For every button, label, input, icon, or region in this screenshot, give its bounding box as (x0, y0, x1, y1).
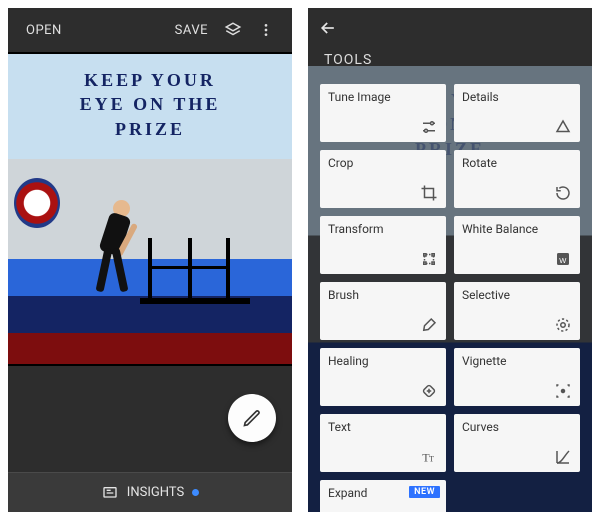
triangle-icon (554, 118, 572, 136)
tool-label: Crop (328, 156, 353, 170)
tool-vignette[interactable]: Vignette (454, 348, 580, 406)
editor-screen: OPEN SAVE KEEP YOUR EYE ON THE PRIZE INS… (8, 8, 292, 512)
tool-label: Healing (328, 354, 369, 368)
sliders-icon (420, 118, 438, 136)
tool-expand[interactable]: Expand NEW (320, 480, 446, 512)
wall-logo (14, 178, 60, 228)
more-icon[interactable] (250, 16, 282, 44)
vignette-icon (554, 382, 572, 400)
tool-selective[interactable]: Selective (454, 282, 580, 340)
layers-icon[interactable] (216, 15, 250, 45)
tool-label: Rotate (462, 156, 497, 170)
svg-text:T: T (429, 455, 434, 464)
tool-text[interactable]: Text TT (320, 414, 446, 472)
selective-icon (554, 316, 572, 334)
tools-top-bar (308, 8, 592, 48)
white-balance-icon: W (554, 250, 572, 268)
tool-curves[interactable]: Curves (454, 414, 580, 472)
tool-brush[interactable]: Brush (320, 282, 446, 340)
crop-icon (420, 184, 438, 202)
back-icon[interactable] (318, 18, 338, 38)
tool-label: Expand (328, 486, 367, 500)
tool-label: Curves (462, 420, 499, 434)
photo-canvas[interactable]: KEEP YOUR EYE ON THE PRIZE (8, 52, 292, 366)
bottom-bar[interactable]: INSIGHTS (8, 472, 292, 512)
open-button[interactable]: OPEN (18, 17, 70, 44)
bandage-icon (420, 382, 438, 400)
tool-label: Tune Image (328, 90, 391, 104)
tool-rotate[interactable]: Rotate (454, 150, 580, 208)
svg-text:W: W (559, 256, 567, 265)
tool-label: Details (462, 90, 499, 104)
text-icon: TT (420, 448, 438, 466)
rotate-icon (554, 184, 572, 202)
tool-transform[interactable]: Transform (320, 216, 446, 274)
tool-grid: Tune Image Details Crop Rotate Transform Whit… (320, 84, 580, 512)
transform-icon (420, 250, 438, 268)
person-figure (94, 200, 134, 296)
top-bar: OPEN SAVE (8, 8, 292, 52)
sled-figure (140, 238, 250, 304)
tool-healing[interactable]: Healing (320, 348, 446, 406)
brush-icon (420, 316, 438, 334)
tools-screen: TOOLS KEEP YOUR EYE ON THE PRIZE Tune Im… (308, 8, 592, 512)
tool-label: Vignette (462, 354, 507, 368)
tool-white-balance[interactable]: White Balance W (454, 216, 580, 274)
tool-label: Transform (328, 222, 384, 236)
insights-label: INSIGHTS (127, 485, 184, 500)
tool-details[interactable]: Details (454, 84, 580, 142)
tool-label: Selective (462, 288, 510, 302)
tool-tune-image[interactable]: Tune Image (320, 84, 446, 142)
overlay-text: KEEP YOUR EYE ON THE PRIZE (8, 68, 292, 141)
edit-fab[interactable] (228, 394, 276, 442)
notification-dot-icon (192, 489, 199, 496)
save-button[interactable]: SAVE (167, 17, 216, 44)
tool-label: Text (328, 420, 351, 434)
tool-label: Brush (328, 288, 359, 302)
pencil-icon (242, 408, 262, 428)
tool-label: White Balance (462, 222, 538, 236)
new-badge: NEW (409, 486, 440, 498)
curves-icon (554, 448, 572, 466)
insights-icon (101, 485, 119, 501)
tool-crop[interactable]: Crop (320, 150, 446, 208)
